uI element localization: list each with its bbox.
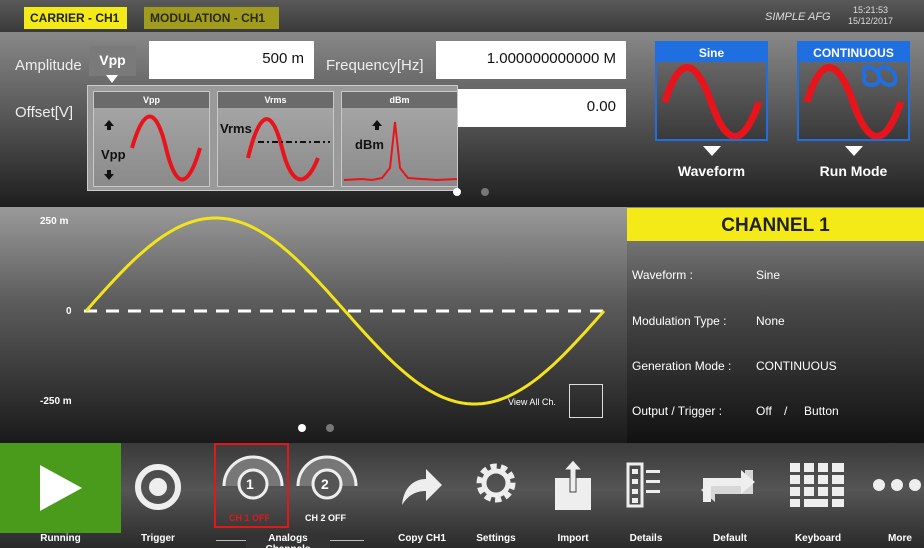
info-key-modulation: Modulation Type :	[632, 314, 727, 328]
page-indicator-dot[interactable]	[481, 188, 489, 196]
ch1-state: CH 1 OFF	[229, 513, 271, 523]
continuous-sine-icon	[803, 64, 905, 140]
y-axis-min-label: -250 m	[40, 396, 72, 407]
ch2-number: 2	[321, 476, 329, 492]
info-key-output-trigger: Output / Trigger :	[632, 404, 723, 418]
copy-label: Copy CH1	[398, 533, 446, 544]
trigger-label: Trigger	[141, 533, 175, 544]
clock: 15:21:53 15/12/2017	[848, 5, 893, 27]
sine-wave-icon	[661, 64, 763, 140]
unit-option-label: Vrms	[220, 121, 252, 136]
import-label: Import	[557, 533, 589, 544]
running-label: Running	[40, 533, 81, 544]
info-key-waveform: Waveform :	[632, 268, 693, 282]
plot-page-dot[interactable]	[326, 424, 334, 432]
view-all-label: View All Ch.	[508, 397, 556, 407]
run-mode-preview	[799, 62, 908, 140]
info-value-waveform: Sine	[756, 268, 781, 282]
unit-option-vpp[interactable]: Vpp Vpp	[93, 91, 210, 187]
default-label: Default	[713, 533, 747, 544]
chevron-down-icon	[106, 75, 118, 83]
gear-icon[interactable]	[471, 458, 521, 508]
info-value-output: Off	[756, 404, 772, 418]
tab-modulation[interactable]: MODULATION - CH1	[144, 7, 279, 29]
page-indicator-dot-active[interactable]	[453, 188, 461, 196]
waveform-trace	[84, 216, 606, 406]
info-key-generation-mode: Generation Mode :	[632, 359, 732, 373]
clock-date: 15/12/2017	[848, 16, 894, 26]
run-mode-header: CONTINUOUS	[799, 43, 908, 62]
details-list-icon[interactable]	[626, 462, 664, 508]
y-axis-zero-label: 0	[66, 306, 72, 317]
channel-title: CHANNEL 1	[627, 208, 924, 241]
unit-option-dbm[interactable]: dBm dBm	[341, 91, 458, 187]
waveform-plot	[0, 207, 627, 443]
reset-arrows-icon[interactable]	[697, 466, 759, 506]
unit-option-label: Vpp	[101, 147, 126, 162]
info-value-modulation: None	[756, 314, 785, 328]
clock-time: 15:21:53	[853, 5, 889, 15]
unit-option-vrms[interactable]: Vrms Vrms	[217, 91, 334, 187]
unit-option-header: dBm	[342, 92, 457, 108]
keyboard-label: Keyboard	[794, 533, 842, 544]
run-mode-chevron-icon[interactable]	[845, 146, 863, 156]
waveform-chevron-icon[interactable]	[703, 146, 721, 156]
amplitude-label: Amplitude	[15, 57, 82, 74]
waveform-preview	[657, 62, 766, 140]
keyboard-icon[interactable]	[788, 461, 846, 509]
unit-option-header: Vrms	[218, 92, 333, 108]
offset-label: Offset[V]	[15, 104, 74, 121]
view-all-checkbox[interactable]	[569, 384, 603, 418]
info-value-generation-mode: CONTINUOUS	[756, 359, 837, 373]
waveform-label: Waveform	[677, 163, 746, 179]
run-button[interactable]	[0, 443, 121, 533]
copy-arrow-icon[interactable]	[398, 465, 444, 509]
import-icon[interactable]	[552, 458, 594, 512]
info-separator: /	[784, 404, 788, 418]
run-mode-label: Run Mode	[819, 163, 888, 179]
details-label: Details	[629, 533, 663, 544]
waveform-selector[interactable]: Sine	[655, 41, 768, 141]
ch2-state: CH 2 OFF	[305, 513, 347, 523]
waveform-header: Sine	[657, 43, 766, 62]
info-value-trigger: Button	[804, 404, 839, 418]
amplitude-unit-button[interactable]: Vpp	[89, 46, 136, 76]
trigger-icon[interactable]	[134, 463, 182, 511]
vrms-sine-icon	[246, 117, 330, 182]
tab-carrier[interactable]: CARRIER - CH1	[24, 7, 127, 29]
play-icon	[40, 465, 82, 511]
unit-option-label: dBm	[355, 137, 384, 152]
frequency-label: Frequency[Hz]	[326, 57, 424, 74]
app-title: SIMPLE AFG	[765, 11, 831, 23]
run-mode-selector[interactable]: CONTINUOUS	[797, 41, 910, 141]
analog-channels-label: Analogs Channels	[246, 533, 330, 548]
unit-option-header: Vpp	[94, 92, 209, 108]
offset-field[interactable]: 0.00	[436, 89, 626, 127]
more-label: More	[888, 533, 912, 544]
plot-page-dot-active[interactable]	[298, 424, 306, 432]
frequency-field[interactable]: 1.000000000000 M	[436, 41, 626, 79]
amplitude-unit-dropdown: Vpp Vpp Vrms Vrms dBm dBm	[87, 85, 458, 191]
more-dots-icon[interactable]	[872, 478, 922, 492]
y-axis-max-label: 250 m	[40, 216, 69, 227]
settings-label: Settings	[476, 533, 516, 544]
ch1-number: 1	[246, 476, 254, 492]
amplitude-field[interactable]: 500 m	[149, 41, 314, 79]
